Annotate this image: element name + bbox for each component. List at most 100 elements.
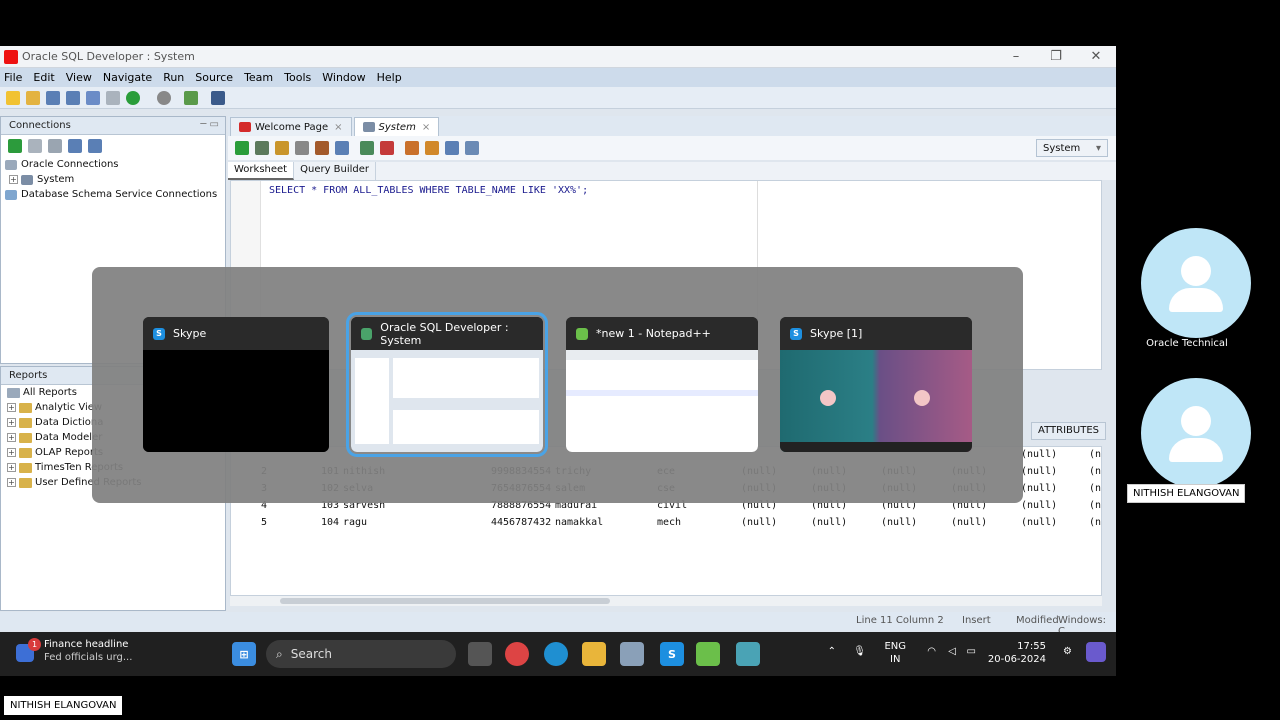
tree-label: Database Schema Service Connections — [21, 189, 218, 200]
close-button[interactable]: ✕ — [1076, 46, 1116, 68]
tab-label: System — [378, 121, 416, 133]
run-statement-icon[interactable] — [235, 141, 249, 155]
subtab-query-builder[interactable]: Query Builder — [294, 162, 377, 180]
folder-icon — [19, 477, 32, 488]
tree-label: Oracle Connections — [21, 159, 119, 170]
tree-item-schema-service[interactable]: Database Schema Service Connections — [5, 187, 225, 202]
notepadpp-taskbar-icon[interactable] — [696, 642, 720, 666]
tab-close-icon[interactable]: × — [422, 122, 430, 133]
reports-title: Reports — [9, 370, 48, 381]
app-icon[interactable] — [620, 642, 644, 666]
open-icon[interactable] — [26, 90, 40, 105]
format-icon[interactable] — [465, 141, 479, 155]
grid-cell: 104 — [321, 517, 340, 528]
minimize-button[interactable]: – — [996, 46, 1036, 68]
scrollbar-thumb[interactable] — [280, 598, 610, 604]
tab-system[interactable]: System × — [353, 117, 440, 136]
menu-team[interactable]: Team — [244, 71, 273, 84]
switcher-card-notepadpp[interactable]: *new 1 - Notepad++ — [566, 317, 758, 452]
sql-text: SELECT * FROM ALL_TABLES WHERE TABLE_NAM… — [269, 185, 589, 196]
clear-icon[interactable] — [425, 141, 439, 155]
sql-tuning-icon[interactable] — [360, 141, 374, 155]
menu-tools[interactable]: Tools — [284, 71, 311, 84]
back-icon[interactable] — [126, 90, 140, 105]
switcher-card-skype-1[interactable]: S Skype [1] — [780, 317, 972, 452]
expand-icon[interactable]: + — [7, 433, 16, 442]
tree-item-system[interactable]: + System — [5, 172, 225, 187]
task-view-icon[interactable] — [468, 642, 492, 666]
start-icon[interactable]: ⊞ — [232, 642, 256, 666]
expand-icon[interactable]: + — [7, 448, 16, 457]
menu-run[interactable]: Run — [163, 71, 184, 84]
expand-icon[interactable]: + — [9, 175, 18, 184]
redo-icon[interactable] — [106, 90, 120, 105]
menu-navigate[interactable]: Navigate — [103, 71, 152, 84]
run-script-icon[interactable] — [255, 141, 269, 155]
sql-developer-taskbar-icon[interactable] — [736, 642, 760, 666]
menu-file[interactable]: File — [4, 71, 22, 84]
db-connect-icon[interactable] — [184, 90, 198, 105]
menu-help[interactable]: Help — [377, 71, 402, 84]
expand-icon[interactable]: + — [7, 403, 16, 412]
expand-icon[interactable]: + — [7, 463, 16, 472]
explain-plan-icon[interactable] — [295, 141, 309, 155]
copilot-icon[interactable] — [1086, 642, 1106, 662]
news-widget[interactable]: 1 Finance headline Fed officials urg... — [16, 638, 132, 664]
refresh-icon[interactable] — [28, 139, 42, 153]
table-row[interactable]: 5 104 ragu 4456787432 namakkal mech (nul… — [231, 515, 1101, 532]
language-indicator[interactable]: ENG IN — [884, 640, 906, 666]
add-connection-icon[interactable] — [8, 139, 22, 153]
filter-icon[interactable] — [48, 139, 62, 153]
binoculars-icon[interactable] — [211, 90, 225, 105]
connection-select[interactable]: System ▾ — [1036, 139, 1108, 157]
monitor-icon[interactable] — [380, 141, 394, 155]
expand-icon[interactable]: + — [7, 418, 16, 427]
menu-edit[interactable]: Edit — [33, 71, 54, 84]
menu-view[interactable]: View — [66, 71, 92, 84]
manage-icon[interactable] — [88, 139, 102, 153]
restore-button[interactable]: ❐ — [1036, 46, 1076, 68]
settings-icon[interactable]: ⚙ — [1063, 646, 1072, 657]
chrome-icon[interactable] — [505, 642, 529, 666]
person-icon — [1181, 406, 1211, 436]
window-title: Oracle SQL Developer : System — [22, 50, 195, 63]
rollback-icon[interactable] — [335, 141, 349, 155]
card-title: Oracle SQL Developer : System — [380, 320, 509, 347]
undo-icon[interactable] — [86, 90, 100, 105]
menu-source[interactable]: Source — [195, 71, 233, 84]
taskbar-search[interactable]: ⌕ Search — [266, 640, 456, 668]
switcher-card-skype[interactable]: S Skype — [143, 317, 329, 452]
tab-close-icon[interactable]: × — [334, 122, 342, 133]
subtab-worksheet[interactable]: Worksheet — [228, 162, 295, 180]
column-header-attributes[interactable]: ATTRIBUTES — [1031, 422, 1106, 440]
commit-icon[interactable] — [315, 141, 329, 155]
file-explorer-icon[interactable] — [582, 642, 606, 666]
unshared-icon[interactable] — [405, 141, 419, 155]
tab-welcome-page[interactable]: Welcome Page × — [230, 117, 352, 136]
expand-icon[interactable]: + — [7, 478, 16, 487]
edge-icon[interactable] — [544, 642, 568, 666]
folder-icon — [19, 432, 32, 443]
save-all-icon[interactable] — [66, 90, 80, 105]
switcher-card-sql-developer[interactable]: Oracle SQL Developer : System — [346, 312, 548, 457]
autotrace-icon[interactable] — [275, 141, 289, 155]
tree-item-oracle-connections[interactable]: Oracle Connections — [5, 157, 225, 172]
card-header: *new 1 - Notepad++ — [566, 317, 758, 350]
menu-window[interactable]: Window — [322, 71, 365, 84]
wifi-icon[interactable]: ◠ — [927, 646, 936, 657]
history-icon[interactable] — [445, 141, 459, 155]
thumb-current-line — [566, 390, 758, 396]
volume-icon[interactable]: ◁ — [948, 646, 956, 657]
skype-taskbar-icon[interactable]: S — [660, 642, 684, 666]
chevron-up-icon[interactable]: ⌃ — [828, 646, 836, 657]
new-icon[interactable] — [6, 90, 20, 105]
forward-icon[interactable] — [157, 90, 171, 105]
save-icon[interactable] — [46, 90, 60, 105]
horizontal-scrollbar[interactable] — [230, 596, 1102, 606]
sql-developer-icon — [4, 49, 18, 64]
battery-icon[interactable]: ▭ — [967, 646, 976, 657]
clock[interactable]: 17:55 20-06-2024 — [988, 640, 1046, 666]
schema-browser-icon[interactable] — [68, 139, 82, 153]
microphone-icon[interactable]: 🎙 — [853, 646, 866, 657]
panel-minimize-icon[interactable]: ─ ▭ — [200, 119, 219, 130]
